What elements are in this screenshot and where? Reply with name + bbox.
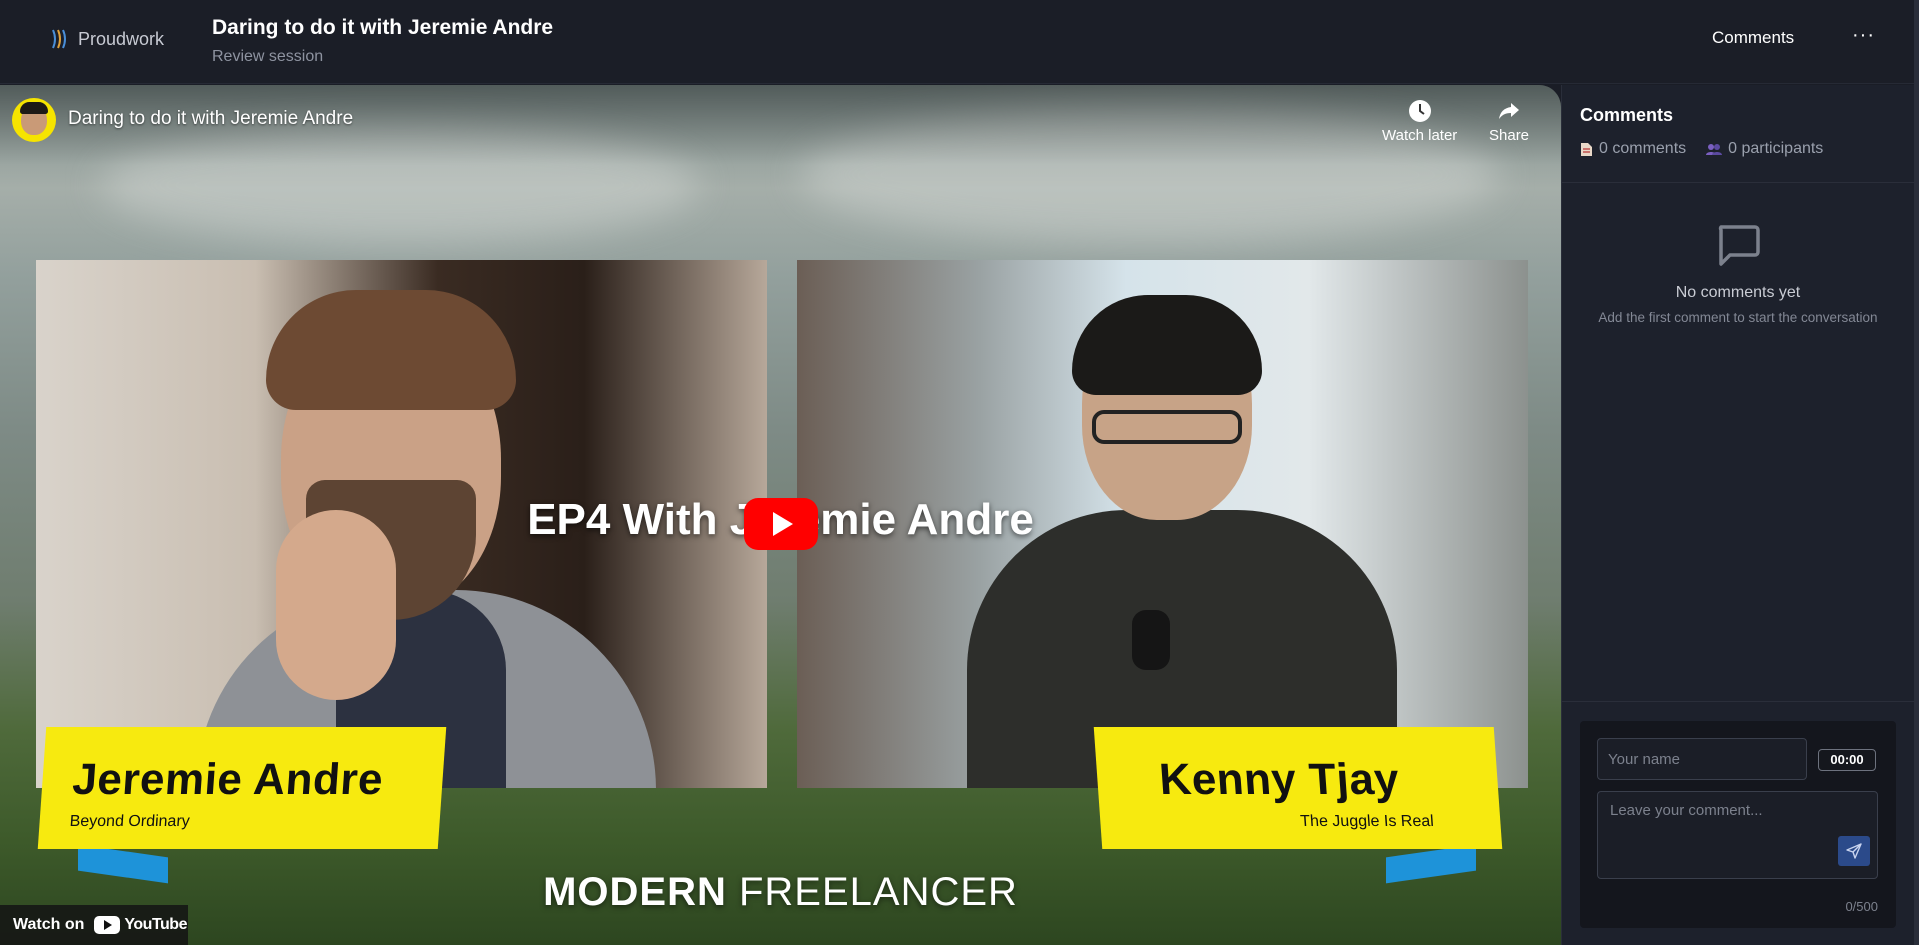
empty-state: No comments yet Add the first comment to… <box>1562 221 1914 325</box>
youtube-wordmark: YouTube <box>124 916 187 933</box>
host-hair <box>1072 295 1262 395</box>
comments-sidebar: Comments 0 comments 0 participants No co… <box>1561 85 1915 945</box>
participants-count: 0 participants <box>1706 140 1823 158</box>
video-player[interactable]: Daring to do it with Jeremie Andre Watch… <box>0 85 1561 945</box>
brand-logo[interactable]: Proudwork <box>50 28 164 50</box>
avatar-hair <box>20 102 48 114</box>
empty-state-subtitle: Add the first comment to start the conve… <box>1598 310 1878 325</box>
top-bar: Proudwork Daring to do it with Jeremie A… <box>0 0 1919 945</box>
document-icon <box>1581 142 1592 156</box>
send-button[interactable] <box>1838 836 1870 866</box>
channel-avatar[interactable] <box>12 98 56 142</box>
timestamp-chip[interactable]: 00:00 <box>1818 749 1876 771</box>
more-options-icon[interactable]: ··· <box>1852 24 1875 47</box>
participants-count-label: 0 participants <box>1728 140 1824 157</box>
host-tagline: The Juggle Is Real <box>1299 813 1435 830</box>
guest-nameplate: Jeremie Andre Beyond Ordinary <box>37 727 447 849</box>
page-title: Daring to do it with Jeremie Andre <box>212 16 554 39</box>
name-input[interactable] <box>1597 738 1807 780</box>
chat-bubble-icon <box>1718 225 1760 266</box>
comments-count-label: 0 comments <box>1599 140 1687 157</box>
show-title: MODERN FREELANCER <box>0 870 1561 915</box>
youtube-logo: YouTube <box>94 916 187 934</box>
comment-composer-area: 00:00 0/500 <box>1562 701 1915 945</box>
people-icon <box>1706 143 1723 155</box>
share-button[interactable]: Share <box>1489 99 1529 144</box>
comments-stats: 0 comments 0 participants <box>1580 140 1896 158</box>
guest-name: Jeremie Andre <box>70 755 385 804</box>
show-title-bold: MODERN <box>543 870 727 914</box>
comment-textarea[interactable] <box>1597 791 1878 879</box>
video-title[interactable]: Daring to do it with Jeremie Andre <box>68 108 353 130</box>
host-nameplate: Kenny Tjay The Juggle Is Real <box>1093 727 1503 849</box>
watch-on-label: Watch on <box>13 916 85 933</box>
play-button[interactable] <box>744 498 818 550</box>
comments-header: Comments 0 comments 0 participants <box>1562 85 1914 183</box>
watch-on-youtube-button[interactable]: Watch on YouTube <box>0 905 188 945</box>
comments-toggle-button[interactable]: Comments <box>1712 28 1794 48</box>
watch-later-button[interactable]: Watch later <box>1382 99 1457 144</box>
host-name: Kenny Tjay <box>1157 755 1401 804</box>
title-block: Daring to do it with Jeremie Andre Revie… <box>212 16 553 66</box>
comments-title: Comments <box>1580 105 1674 125</box>
host-glasses <box>1092 410 1242 444</box>
page-subtitle: Review session <box>212 48 324 65</box>
youtube-play-icon <box>94 916 121 934</box>
character-counter: 0/500 <box>1845 899 1878 914</box>
play-icon <box>773 512 793 536</box>
guest-hair <box>266 290 516 410</box>
comments-count: 0 comments <box>1580 140 1686 158</box>
comment-composer: 00:00 0/500 <box>1580 721 1896 928</box>
clock-icon <box>1408 100 1431 122</box>
proudwork-logo-icon <box>52 29 66 49</box>
share-label: Share <box>1489 127 1530 144</box>
send-icon <box>1846 843 1862 859</box>
show-title-light: FREELANCER <box>738 870 1018 914</box>
share-arrow-icon <box>1499 103 1520 119</box>
brand-name: Proudwork <box>78 28 165 49</box>
empty-state-title: No comments yet <box>1675 284 1801 301</box>
guest-tagline: Beyond Ordinary <box>69 813 191 830</box>
watch-later-label: Watch later <box>1382 127 1458 144</box>
host-microphone <box>1132 610 1170 670</box>
